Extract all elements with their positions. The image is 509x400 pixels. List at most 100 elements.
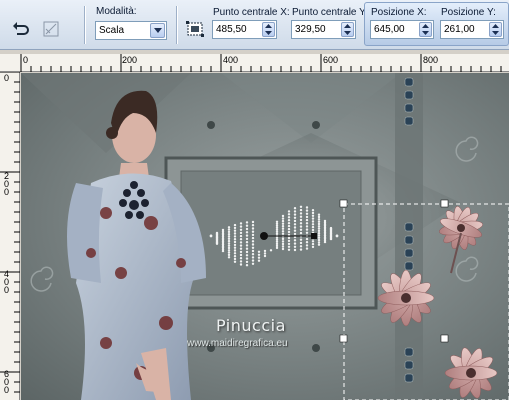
pattern-dot	[305, 212, 309, 215]
pattern-dot	[245, 254, 249, 257]
pattern-dot	[281, 240, 285, 243]
pattern-dot	[227, 249, 231, 252]
pattern-dot	[251, 259, 255, 262]
pattern-dot	[233, 223, 237, 227]
position-y-label: Posizione Y:	[441, 7, 496, 18]
toolbar-separator	[176, 6, 178, 44]
pattern-dot	[311, 225, 315, 229]
ruler-ticks	[20, 54, 502, 72]
pattern-dot	[239, 260, 243, 263]
pattern-dot	[311, 211, 315, 215]
position-x-input[interactable]: 645,00	[370, 20, 434, 39]
pattern-dot	[317, 243, 321, 246]
pattern-dot	[233, 260, 237, 263]
pattern-dot	[281, 227, 285, 230]
apply-icon[interactable]	[40, 18, 62, 40]
pattern-dot	[293, 213, 297, 216]
pattern-dot	[311, 223, 315, 226]
pattern-dot	[251, 230, 255, 233]
pattern-dot	[287, 216, 291, 219]
pattern-dot	[245, 237, 249, 241]
pattern-dot	[227, 244, 231, 247]
pattern-dot	[305, 247, 309, 250]
pattern-dot	[233, 246, 237, 249]
pattern-dot	[233, 226, 237, 230]
pattern-dot	[227, 256, 231, 259]
pattern-dot	[245, 250, 249, 254]
pattern-dot	[305, 228, 309, 231]
pattern-dot	[245, 234, 249, 237]
pattern-dot	[317, 236, 321, 239]
pattern-dot	[311, 209, 315, 212]
pattern-dot	[293, 239, 297, 242]
pattern-dot	[221, 249, 225, 253]
pattern-dot	[233, 238, 237, 241]
pattern-dot	[305, 209, 309, 212]
pattern-dot	[287, 219, 291, 222]
pattern-dot	[299, 215, 303, 218]
spinner-icon[interactable]	[341, 22, 354, 37]
pattern-dot	[245, 231, 249, 234]
pattern-dot	[245, 241, 249, 244]
pattern-dot	[233, 257, 237, 261]
pattern-dot	[233, 243, 237, 247]
pattern-dot	[251, 233, 255, 237]
center-x-input[interactable]: 485,50	[212, 20, 277, 39]
pattern-dot	[287, 248, 291, 251]
mode-select[interactable]: Scala	[95, 21, 167, 40]
pattern-dot	[263, 252, 267, 255]
spinner-icon[interactable]	[489, 22, 502, 37]
pattern-dot	[257, 253, 261, 256]
pattern-dot	[305, 215, 309, 219]
pattern-dot	[215, 242, 219, 245]
pattern-dot	[317, 220, 321, 223]
pattern-dot	[293, 207, 297, 210]
pattern-dot	[293, 219, 297, 223]
pattern-dot	[233, 229, 237, 232]
pattern-dot	[311, 220, 315, 223]
pattern-dot	[299, 241, 303, 245]
pattern-dot	[317, 213, 321, 216]
pattern-dot	[227, 242, 231, 245]
position-x-label: Posizione X:	[371, 7, 427, 18]
spinner-icon[interactable]	[262, 22, 275, 37]
center-point-icon[interactable]	[184, 18, 206, 40]
pattern-dot	[227, 228, 231, 231]
pattern-dot	[233, 240, 237, 244]
pattern-dot	[239, 263, 243, 266]
pattern-dot	[293, 248, 297, 252]
spinner-icon[interactable]	[419, 22, 432, 37]
pattern-dot	[293, 245, 297, 248]
center-y-label: Punto centrale Y:	[292, 7, 368, 18]
image-canvas[interactable]: Pinuccia www.maidiregrafica.eu	[21, 73, 509, 400]
pattern-dot	[245, 257, 249, 260]
pattern-dot	[251, 249, 255, 253]
pattern-dot	[335, 234, 339, 238]
pattern-dot	[239, 244, 243, 247]
pattern-dot	[299, 222, 303, 225]
pattern-dot	[275, 246, 279, 250]
pattern-dot	[251, 240, 255, 243]
pattern-dot	[317, 229, 321, 233]
reset-icon[interactable]	[10, 18, 32, 40]
pattern-dot	[251, 243, 255, 246]
pattern-dot	[305, 218, 309, 222]
pattern-dot	[317, 225, 321, 228]
pattern-dot	[239, 241, 243, 244]
pattern-dot	[281, 214, 285, 218]
watermark-url: www.maidiregrafica.eu	[187, 338, 288, 349]
position-y-input[interactable]: 261,00	[440, 20, 504, 39]
pattern-dot	[233, 235, 237, 238]
center-y-input[interactable]: 329,50	[291, 20, 356, 39]
pattern-dot	[299, 208, 303, 212]
pattern-dot	[287, 213, 291, 216]
pattern-dot	[251, 262, 255, 265]
pattern-dot	[311, 240, 315, 243]
pattern-dot	[281, 247, 285, 251]
chevron-down-icon[interactable]	[150, 23, 165, 38]
pattern-dot	[245, 224, 249, 227]
pattern-dot	[311, 228, 315, 232]
toolbar-separator	[84, 6, 86, 44]
pattern-dot	[233, 232, 237, 235]
pattern-dot	[281, 232, 285, 235]
